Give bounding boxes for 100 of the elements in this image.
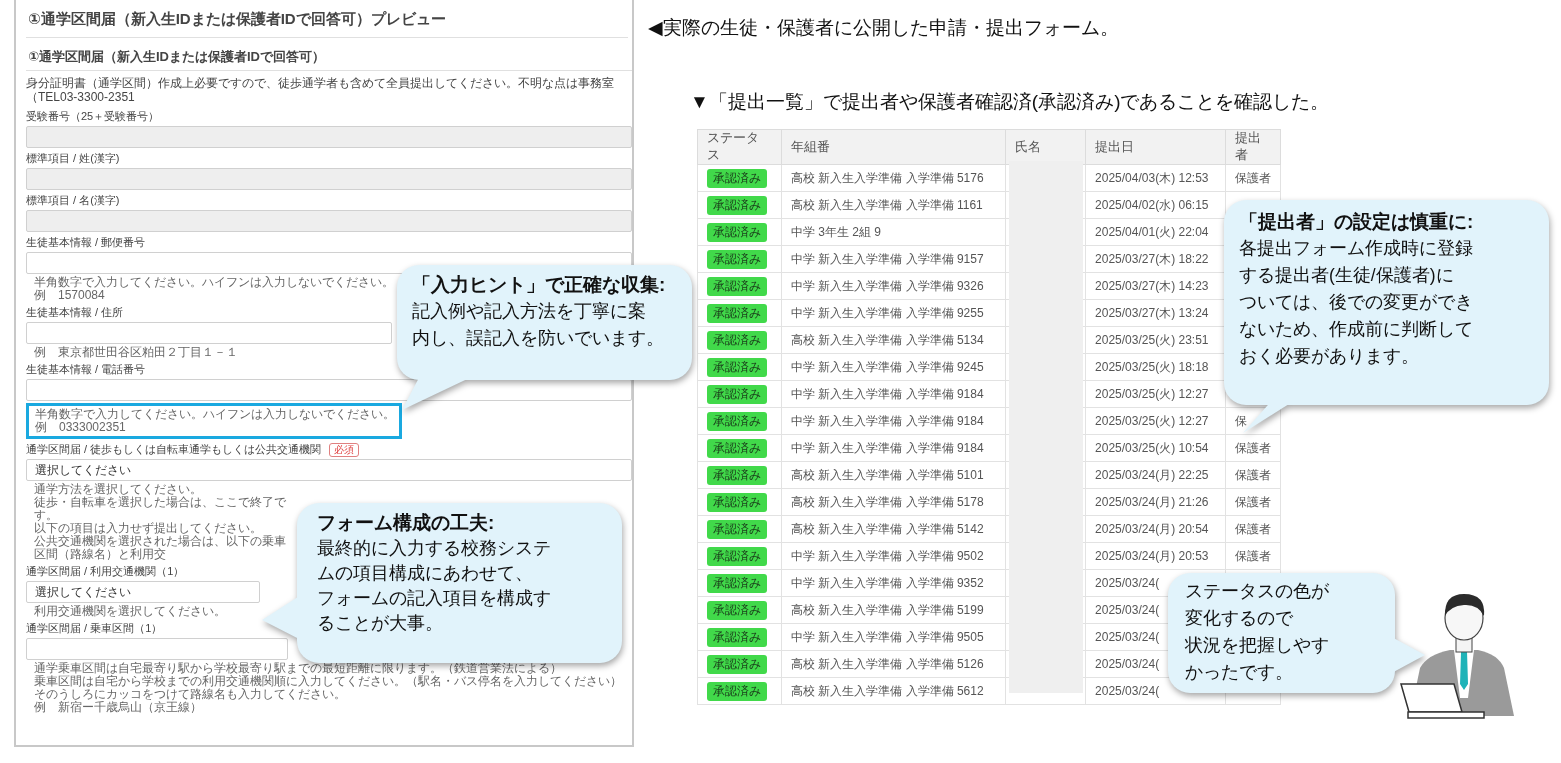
status-badge: 承認済み: [707, 357, 767, 377]
column-header[interactable]: 年組番: [781, 129, 1006, 165]
table-cell: 高校 新入生入学準備 入学準備 5176: [781, 164, 1006, 192]
table-cell: 高校 新入生入学準備 入学準備 5142: [781, 515, 1006, 543]
table-cell: 中学 新入生入学準備 入学準備 9352: [781, 569, 1006, 597]
table-cell: 高校 新入生入学準備 入学準備 5199: [781, 596, 1006, 624]
table-cell: 高校 新入生入学準備 入学準備 5134: [781, 326, 1006, 354]
table-cell: 中学 新入生入学準備 入学準備 9184: [781, 380, 1006, 408]
select-field[interactable]: 選択してください: [26, 581, 260, 603]
callout-text: おく必要があります。: [1239, 345, 1419, 368]
table-cell: 保護者: [1225, 488, 1281, 516]
callout-text: ることが大事。: [317, 612, 443, 635]
field-hint: 半角数字で入力してください。ハイフンは入力しないでください。: [34, 276, 394, 289]
status-badge: 承認済み: [707, 627, 767, 647]
table-cell: 2025/03/25(火) 12:27: [1085, 407, 1226, 435]
table-cell: 高校 新入生入学準備 入学準備 5126: [781, 650, 1006, 678]
callout-title: 「入力ヒント」で正確な収集:: [412, 273, 666, 297]
table-cell: 高校 新入生入学準備 入学準備 1161: [781, 191, 1006, 219]
status-badge: 承認済み: [707, 222, 767, 242]
field-hint: 例 新宿ー千歳烏山（京王線）: [34, 701, 202, 714]
section-title: ①通学区間届（新入生IDまたは保護者IDで回答可）: [26, 38, 632, 71]
field-hint: 通学乗車区間は自宅最寄り駅から学校最寄り駅までの最短距離に限ります。（鉄道営業法による）: [34, 662, 562, 675]
status-badge: 承認済み: [707, 384, 767, 404]
status-badge: 承認済み: [707, 546, 767, 566]
table-cell: 保護者: [1225, 515, 1281, 543]
table-cell: 高校 新入生入学準備 入学準備 5612: [781, 677, 1006, 705]
field-hint: 通学方法を選択してください。: [34, 483, 202, 496]
status-badge: 承認済み: [707, 654, 767, 674]
status-badge: 承認済み: [707, 600, 767, 620]
status-badge: 承認済み: [707, 519, 767, 539]
status-badge: 承認済み: [707, 438, 767, 458]
callout-text: ないため、作成前に判断して: [1239, 318, 1473, 341]
status-badge: 承認済み: [707, 492, 767, 512]
status-badge: 承認済み: [707, 168, 767, 188]
field-hint: 利用交通機関を選択してください。: [34, 605, 226, 618]
table-cell: 2025/03/24(月) 22:25: [1085, 461, 1226, 489]
table-cell: 2025/03/25(火) 10:54: [1085, 434, 1226, 462]
field-hint: 以下の項目は入力せず提出してください。: [34, 522, 262, 535]
table-cell: 中学 新入生入学準備 入学準備 9157: [781, 245, 1006, 273]
status-badge: 承認済み: [707, 681, 767, 701]
field-hint: 半角数字で入力してください。ハイフンは入力しないでください。: [35, 408, 395, 421]
input-field[interactable]: [26, 638, 288, 660]
column-header[interactable]: 提出者: [1225, 129, 1281, 165]
status-badge: 承認済み: [707, 276, 767, 296]
table-cell: 中学 新入生入学準備 入学準備 9184: [781, 407, 1006, 435]
status-badge: 承認済み: [707, 330, 767, 350]
status-badge: 承認済み: [707, 249, 767, 269]
field-hint: 例 1570084: [34, 289, 105, 302]
input-field[interactable]: [26, 379, 632, 401]
field-label: 受験番号（25＋受験番号）: [26, 109, 160, 124]
field-label: 標準項目 / 姓(漢字): [26, 151, 120, 166]
required-badge: 必須: [329, 442, 360, 457]
select-field[interactable]: 選択してください: [26, 459, 632, 481]
form-title: ①通学区間届（新入生IDまたは保護者IDで回答可）プレビュー: [26, 0, 628, 38]
field-label: 生徒基本情報 / 住所: [26, 305, 124, 320]
status-badge: 承認済み: [707, 573, 767, 593]
column-header[interactable]: 提出日: [1085, 129, 1226, 165]
callout-title: 「提出者」の設定は慎重に:: [1239, 210, 1474, 234]
table-cell: 中学 新入生入学準備 入学準備 9184: [781, 434, 1006, 462]
callout-text: フォームの記入項目を構成す: [317, 587, 551, 610]
field-hint: 例 東京都世田谷区粕田２丁目１－１: [34, 346, 238, 359]
field-hint: 公共交通機関を選択された場合は、以下の乗車区間（路線名）と利用交: [34, 535, 287, 561]
callout-text: 内し、誤記入を防いでいます。: [412, 327, 664, 350]
field-hint: 例 0333002351: [35, 421, 126, 434]
table-cell: 2025/03/24(月) 21:26: [1085, 488, 1226, 516]
callout-title: フォーム構成の工夫:: [317, 511, 495, 535]
input-field[interactable]: [26, 322, 392, 344]
table-cell: 保護者: [1225, 164, 1281, 192]
field-label: 通学区間届 / 乗車区間（1）: [26, 621, 163, 636]
table-cell: 中学 新入生入学準備 入学準備 9326: [781, 272, 1006, 300]
heading: ▼「提出一覧」で提出者や保護者確認済(承認済み)であることを確認した。: [690, 90, 1331, 114]
callout-text: 各提出フォーム作成時に登録: [1239, 237, 1473, 260]
table-cell: 高校 新入生入学準備 入学準備 5101: [781, 461, 1006, 489]
callout-text: 最終的に入力する校務システ: [317, 537, 551, 560]
table-cell: 保護者: [1225, 461, 1281, 489]
callout-text: 記入例や記入方法を丁寧に案: [412, 300, 646, 323]
heading: ◀実際の生徒・保護者に公開した申請・提出フォーム。: [648, 16, 1120, 40]
status-badge: 承認済み: [707, 411, 767, 431]
table-cell: 2025/04/03(木) 12:53: [1085, 164, 1226, 192]
field-label: 標準項目 / 名(漢字): [26, 193, 120, 208]
table-cell: 中学 3年生 2組 9: [781, 218, 1006, 246]
field-label: 通学区間届 / 利用交通機関（1）: [26, 564, 185, 579]
table-cell: 中学 新入生入学準備 入学準備 9245: [781, 353, 1006, 381]
column-header[interactable]: ステータス: [697, 129, 782, 165]
callout-text: ついては、後での変更ができ: [1239, 291, 1473, 314]
field-label: 通学区間届 / 徒歩もしくは自転車通学もしくは公共交通機関: [26, 442, 322, 457]
callout-text: する提出者(生徒/保護者)に: [1239, 264, 1454, 287]
status-badge: 承認済み: [707, 465, 767, 485]
callout-text: 変化するので: [1185, 607, 1293, 630]
field-label: 生徒基本情報 / 郵便番号: [26, 235, 146, 250]
table-cell: 2025/03/24(月) 20:53: [1085, 542, 1226, 570]
table-cell: 2025/04/02(水) 06:15: [1085, 191, 1226, 219]
status-badge: 承認済み: [707, 195, 767, 215]
field-label: 生徒基本情報 / 電話番号: [26, 362, 146, 377]
table-cell: 2025/03/24(月) 20:54: [1085, 515, 1226, 543]
callout-text: ムの項目構成にあわせて、: [317, 562, 533, 585]
table-cell: 中学 新入生入学準備 入学準備 9255: [781, 299, 1006, 327]
field-hint: 乗車区間は自宅から学校までの利用交通機関順に入力してください。（駅名・バス停名を入力してください）そのうしろにカッコをつけて路線名も入力してください。: [34, 675, 623, 701]
table-cell: 中学 新入生入学準備 入学準備 9505: [781, 623, 1006, 651]
table-cell: 高校 新入生入学準備 入学準備 5178: [781, 488, 1006, 516]
